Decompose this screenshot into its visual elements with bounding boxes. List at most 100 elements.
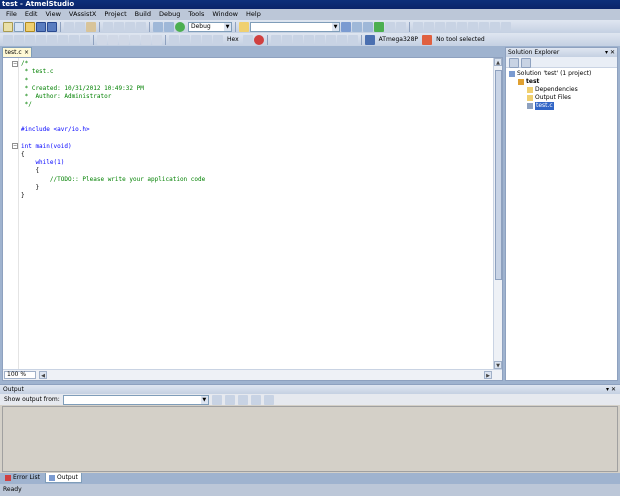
output-source-combo[interactable]: ▼ bbox=[62, 394, 209, 405]
menu-item-vassistx[interactable]: VAssistX bbox=[65, 9, 100, 20]
window-icon[interactable] bbox=[347, 34, 358, 45]
layout-icon[interactable] bbox=[479, 21, 489, 32]
window-icon[interactable] bbox=[314, 34, 325, 45]
window-icon[interactable] bbox=[303, 34, 314, 45]
memory-icon[interactable] bbox=[202, 34, 212, 45]
code-line[interactable] bbox=[21, 110, 493, 118]
bookmark-prev-icon[interactable] bbox=[69, 34, 79, 45]
object-browser-icon[interactable] bbox=[374, 21, 384, 32]
scrollbar-thumb[interactable] bbox=[495, 70, 502, 280]
scroll-down-icon[interactable]: ▼ bbox=[494, 361, 502, 369]
find-in-files-icon[interactable] bbox=[239, 21, 249, 32]
start-debugging-icon[interactable] bbox=[175, 21, 185, 32]
code-line[interactable]: */ bbox=[21, 101, 493, 109]
tab-output[interactable]: Output bbox=[45, 473, 82, 483]
panel-controls[interactable]: ▾ ✕ bbox=[606, 385, 616, 394]
paste-icon[interactable] bbox=[86, 21, 96, 32]
menu-item-file[interactable]: File bbox=[2, 9, 21, 20]
step-over-icon[interactable] bbox=[141, 34, 151, 45]
menu-item-view[interactable]: View bbox=[41, 9, 64, 20]
tree-item[interactable]: Solution 'test' (1 project) bbox=[509, 70, 614, 78]
disassembly-icon[interactable] bbox=[180, 34, 190, 45]
scroll-left-icon[interactable]: ◀ bbox=[39, 371, 47, 379]
menu-item-build[interactable]: Build bbox=[131, 9, 155, 20]
step-out-icon[interactable] bbox=[152, 34, 162, 45]
add-item-icon[interactable] bbox=[14, 21, 24, 32]
collapse-icon[interactable]: − bbox=[12, 143, 18, 149]
chevron-down-icon[interactable]: ▼ bbox=[200, 395, 208, 404]
properties-icon[interactable] bbox=[509, 58, 519, 68]
code-line[interactable]: //TODO:: Please write your application c… bbox=[21, 176, 493, 184]
code-line[interactable] bbox=[21, 118, 493, 126]
zoom-combo[interactable]: 100 % bbox=[4, 371, 36, 379]
menu-item-debug[interactable]: Debug bbox=[155, 9, 184, 20]
layout-icon[interactable] bbox=[468, 21, 478, 32]
window-icon[interactable] bbox=[325, 34, 336, 45]
registers-icon[interactable] bbox=[191, 34, 201, 45]
window-icon[interactable] bbox=[270, 34, 281, 45]
code-line[interactable] bbox=[21, 134, 493, 142]
layout-icon[interactable] bbox=[435, 21, 445, 32]
toolbox-icon[interactable] bbox=[385, 21, 395, 32]
tab-error-list[interactable]: Error List bbox=[2, 473, 43, 483]
menu-item-project[interactable]: Project bbox=[100, 9, 130, 20]
chevron-down-icon[interactable]: ▼ bbox=[332, 22, 339, 31]
solution-explorer-icon[interactable] bbox=[352, 21, 362, 32]
word-wrap-icon[interactable] bbox=[263, 394, 274, 405]
prev-message-icon[interactable] bbox=[224, 394, 235, 405]
stop-debugging-icon[interactable] bbox=[108, 34, 118, 45]
navigate-back-icon[interactable] bbox=[125, 21, 135, 32]
refresh-icon[interactable] bbox=[521, 58, 531, 68]
menu-item-tools[interactable]: Tools bbox=[184, 9, 208, 20]
build-icon[interactable] bbox=[164, 21, 174, 32]
horizontal-scrollbar[interactable]: 100 % ◀ ▶ bbox=[3, 369, 502, 380]
menu-item-window[interactable]: Window bbox=[208, 9, 242, 20]
save-icon[interactable] bbox=[36, 21, 46, 32]
close-icon[interactable]: × bbox=[24, 48, 29, 57]
uncomment-icon[interactable] bbox=[14, 34, 24, 45]
code-line[interactable]: while(1) bbox=[21, 159, 493, 167]
code-line[interactable]: int main(void) bbox=[21, 143, 493, 151]
new-project-icon[interactable] bbox=[3, 21, 13, 32]
code-line[interactable]: { bbox=[21, 167, 493, 175]
code-line[interactable]: * Created: 10/31/2012 10:49:32 PM bbox=[21, 85, 493, 93]
restart-icon[interactable] bbox=[119, 34, 129, 45]
find-combo[interactable]: ▼ bbox=[250, 21, 340, 32]
copy-icon[interactable] bbox=[75, 21, 85, 32]
bookmark-next-icon[interactable] bbox=[58, 34, 68, 45]
code-line[interactable]: } bbox=[21, 184, 493, 192]
layout-icon[interactable] bbox=[490, 21, 500, 32]
tool-selector[interactable]: No tool selected bbox=[433, 36, 488, 43]
menu-item-edit[interactable]: Edit bbox=[21, 9, 42, 20]
code-content[interactable]: /* * test.c * * Created: 10/31/2012 10:4… bbox=[21, 60, 493, 200]
tree-item[interactable]: test.c bbox=[509, 102, 614, 110]
device-programming-icon[interactable] bbox=[341, 21, 351, 32]
outdent-icon[interactable] bbox=[36, 34, 46, 45]
indent-icon[interactable] bbox=[25, 34, 35, 45]
step-into-icon[interactable] bbox=[130, 34, 140, 45]
solution-configuration-combo[interactable]: Debug ▼ bbox=[188, 21, 232, 32]
undo-icon[interactable] bbox=[103, 21, 113, 32]
code-line[interactable]: } bbox=[21, 192, 493, 200]
redo-icon[interactable] bbox=[114, 21, 124, 32]
comment-icon[interactable] bbox=[3, 34, 13, 45]
hex-button[interactable]: Hex bbox=[224, 36, 242, 43]
tree-item[interactable]: Dependencies bbox=[509, 86, 614, 94]
code-line[interactable]: * test.c bbox=[21, 68, 493, 76]
code-line[interactable]: { bbox=[21, 151, 493, 159]
record-icon[interactable] bbox=[253, 34, 264, 45]
bookmark-clear-icon[interactable] bbox=[80, 34, 90, 45]
code-line[interactable]: * Author: Administrator bbox=[21, 93, 493, 101]
layout-icon[interactable] bbox=[413, 21, 423, 32]
layout-icon[interactable] bbox=[501, 21, 511, 32]
navigate-forward-icon[interactable] bbox=[136, 21, 146, 32]
cut-icon[interactable] bbox=[64, 21, 74, 32]
next-message-icon[interactable] bbox=[237, 394, 248, 405]
output-content[interactable] bbox=[2, 406, 618, 472]
watch-icon[interactable] bbox=[213, 34, 223, 45]
tab-test-c[interactable]: test.c × bbox=[2, 47, 32, 57]
find-message-icon[interactable] bbox=[211, 394, 222, 405]
scroll-right-icon[interactable]: ▶ bbox=[484, 371, 492, 379]
processor-view-icon[interactable] bbox=[242, 34, 253, 45]
tree-item[interactable]: Output Files bbox=[509, 94, 614, 102]
